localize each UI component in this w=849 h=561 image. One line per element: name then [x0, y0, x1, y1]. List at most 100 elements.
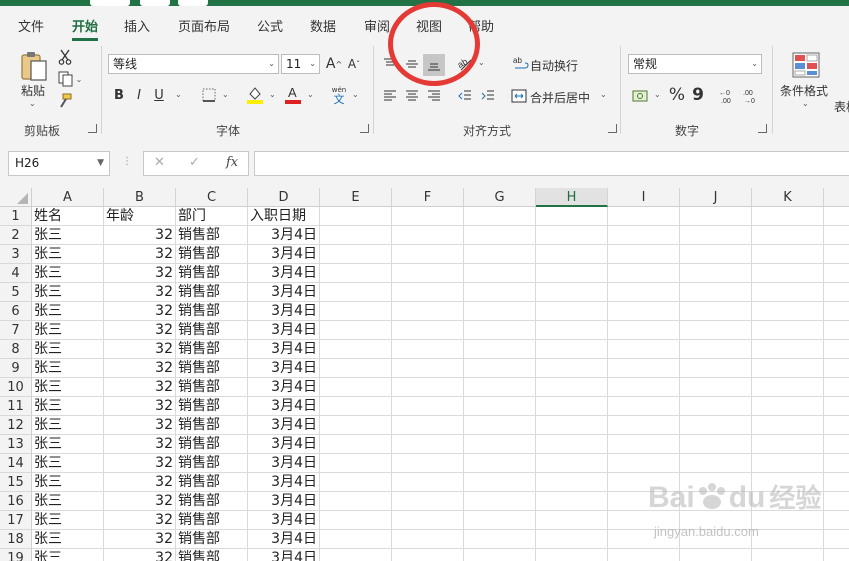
cell-c15[interactable]: 销售部 — [176, 473, 248, 492]
cell-b6[interactable]: 32 — [104, 302, 176, 321]
cell-g4[interactable] — [464, 264, 536, 283]
cell-h13[interactable] — [536, 435, 608, 454]
cell-c7[interactable]: 销售部 — [176, 321, 248, 340]
cut-button[interactable] — [56, 48, 74, 66]
insert-function-icon[interactable]: fx — [226, 155, 238, 170]
cell-h5[interactable] — [536, 283, 608, 302]
row-header[interactable]: 9 — [0, 359, 32, 378]
cell-j9[interactable] — [680, 359, 752, 378]
cell-f19[interactable] — [392, 549, 464, 561]
cell-h10[interactable] — [536, 378, 608, 397]
cell-e17[interactable] — [320, 511, 392, 530]
cell-overflow[interactable] — [824, 416, 849, 435]
tab-insert[interactable]: 插入 — [124, 16, 150, 35]
cell-b17[interactable]: 32 — [104, 511, 176, 530]
cell-j2[interactable] — [680, 226, 752, 245]
conditional-formatting-button[interactable] — [789, 48, 823, 82]
cell-b1[interactable]: 年龄 — [104, 207, 176, 226]
row-header[interactable]: 15 — [0, 473, 32, 492]
format-as-table-label[interactable]: 表格 — [834, 98, 849, 115]
cell-c19[interactable]: 销售部 — [176, 549, 248, 561]
cell-c13[interactable]: 销售部 — [176, 435, 248, 454]
phonetic-guide-button[interactable]: wén 文 — [328, 84, 350, 108]
row-header[interactable]: 8 — [0, 340, 32, 359]
cell-a8[interactable]: 张三 — [32, 340, 104, 359]
cell-e3[interactable] — [320, 245, 392, 264]
cell-a13[interactable]: 张三 — [32, 435, 104, 454]
accounting-format-button[interactable] — [630, 86, 652, 106]
cell-j13[interactable] — [680, 435, 752, 454]
cell-i7[interactable] — [608, 321, 680, 340]
cell-g12[interactable] — [464, 416, 536, 435]
row-header[interactable]: 18 — [0, 530, 32, 549]
cell-f10[interactable] — [392, 378, 464, 397]
row-header[interactable]: 14 — [0, 454, 32, 473]
cell-a11[interactable]: 张三 — [32, 397, 104, 416]
cell-e16[interactable] — [320, 492, 392, 511]
tab-data[interactable]: 数据 — [310, 16, 336, 35]
cell-overflow[interactable] — [824, 207, 849, 226]
cell-overflow[interactable] — [824, 435, 849, 454]
fill-color-dropdown-icon[interactable]: ⌄ — [269, 90, 276, 99]
cell-d19[interactable]: 3月4日 — [248, 549, 320, 561]
font-color-dropdown-icon[interactable]: ⌄ — [307, 90, 314, 99]
column-header-b[interactable]: B — [104, 188, 176, 207]
cell-b7[interactable]: 32 — [104, 321, 176, 340]
fill-color-button[interactable] — [244, 84, 266, 106]
cell-a18[interactable]: 张三 — [32, 530, 104, 549]
cell-overflow[interactable] — [824, 378, 849, 397]
paste-button[interactable] — [16, 46, 52, 86]
accounting-dropdown-icon[interactable]: ⌄ — [654, 90, 661, 99]
tab-formulas[interactable]: 公式 — [257, 16, 283, 35]
column-header-f[interactable]: F — [392, 188, 464, 207]
cell-overflow[interactable] — [824, 302, 849, 321]
cell-f1[interactable] — [392, 207, 464, 226]
enter-icon[interactable]: ✓ — [189, 155, 200, 170]
cell-h1[interactable] — [536, 207, 608, 226]
cell-k11[interactable] — [752, 397, 824, 416]
cell-c5[interactable]: 销售部 — [176, 283, 248, 302]
cell-g11[interactable] — [464, 397, 536, 416]
bold-button[interactable]: B — [110, 86, 128, 104]
cell-b2[interactable]: 32 — [104, 226, 176, 245]
cell-g5[interactable] — [464, 283, 536, 302]
cell-d8[interactable]: 3月4日 — [248, 340, 320, 359]
column-header-d[interactable]: D — [248, 188, 320, 207]
cell-f17[interactable] — [392, 511, 464, 530]
cell-c11[interactable]: 销售部 — [176, 397, 248, 416]
cell-i2[interactable] — [608, 226, 680, 245]
cell-d6[interactable]: 3月4日 — [248, 302, 320, 321]
wrap-text-icon[interactable]: ab — [512, 54, 530, 74]
cell-e6[interactable] — [320, 302, 392, 321]
cell-e15[interactable] — [320, 473, 392, 492]
cell-a17[interactable]: 张三 — [32, 511, 104, 530]
cell-f9[interactable] — [392, 359, 464, 378]
cell-c17[interactable]: 销售部 — [176, 511, 248, 530]
cell-k14[interactable] — [752, 454, 824, 473]
cell-i1[interactable] — [608, 207, 680, 226]
cell-e11[interactable] — [320, 397, 392, 416]
column-header-e[interactable]: E — [320, 188, 392, 207]
cell-g10[interactable] — [464, 378, 536, 397]
cancel-icon[interactable]: ✕ — [154, 155, 165, 170]
cell-g2[interactable] — [464, 226, 536, 245]
cell-d10[interactable]: 3月4日 — [248, 378, 320, 397]
font-dialog-launcher-icon[interactable] — [360, 124, 369, 133]
cell-k13[interactable] — [752, 435, 824, 454]
row-header[interactable]: 13 — [0, 435, 32, 454]
font-size-select[interactable]: 11 ⌄ — [281, 54, 320, 74]
increase-indent-button[interactable] — [478, 86, 498, 106]
cell-c12[interactable]: 销售部 — [176, 416, 248, 435]
tab-page-layout[interactable]: 页面布局 — [178, 16, 230, 35]
cell-f3[interactable] — [392, 245, 464, 264]
wrap-text-label[interactable]: 自动换行 — [530, 57, 578, 74]
cell-h8[interactable] — [536, 340, 608, 359]
cell-overflow[interactable] — [824, 359, 849, 378]
cell-e5[interactable] — [320, 283, 392, 302]
font-color-button[interactable]: A — [282, 84, 304, 106]
cell-d13[interactable]: 3月4日 — [248, 435, 320, 454]
cell-c10[interactable]: 销售部 — [176, 378, 248, 397]
cell-f2[interactable] — [392, 226, 464, 245]
cell-overflow[interactable] — [824, 340, 849, 359]
cell-a1[interactable]: 姓名 — [32, 207, 104, 226]
